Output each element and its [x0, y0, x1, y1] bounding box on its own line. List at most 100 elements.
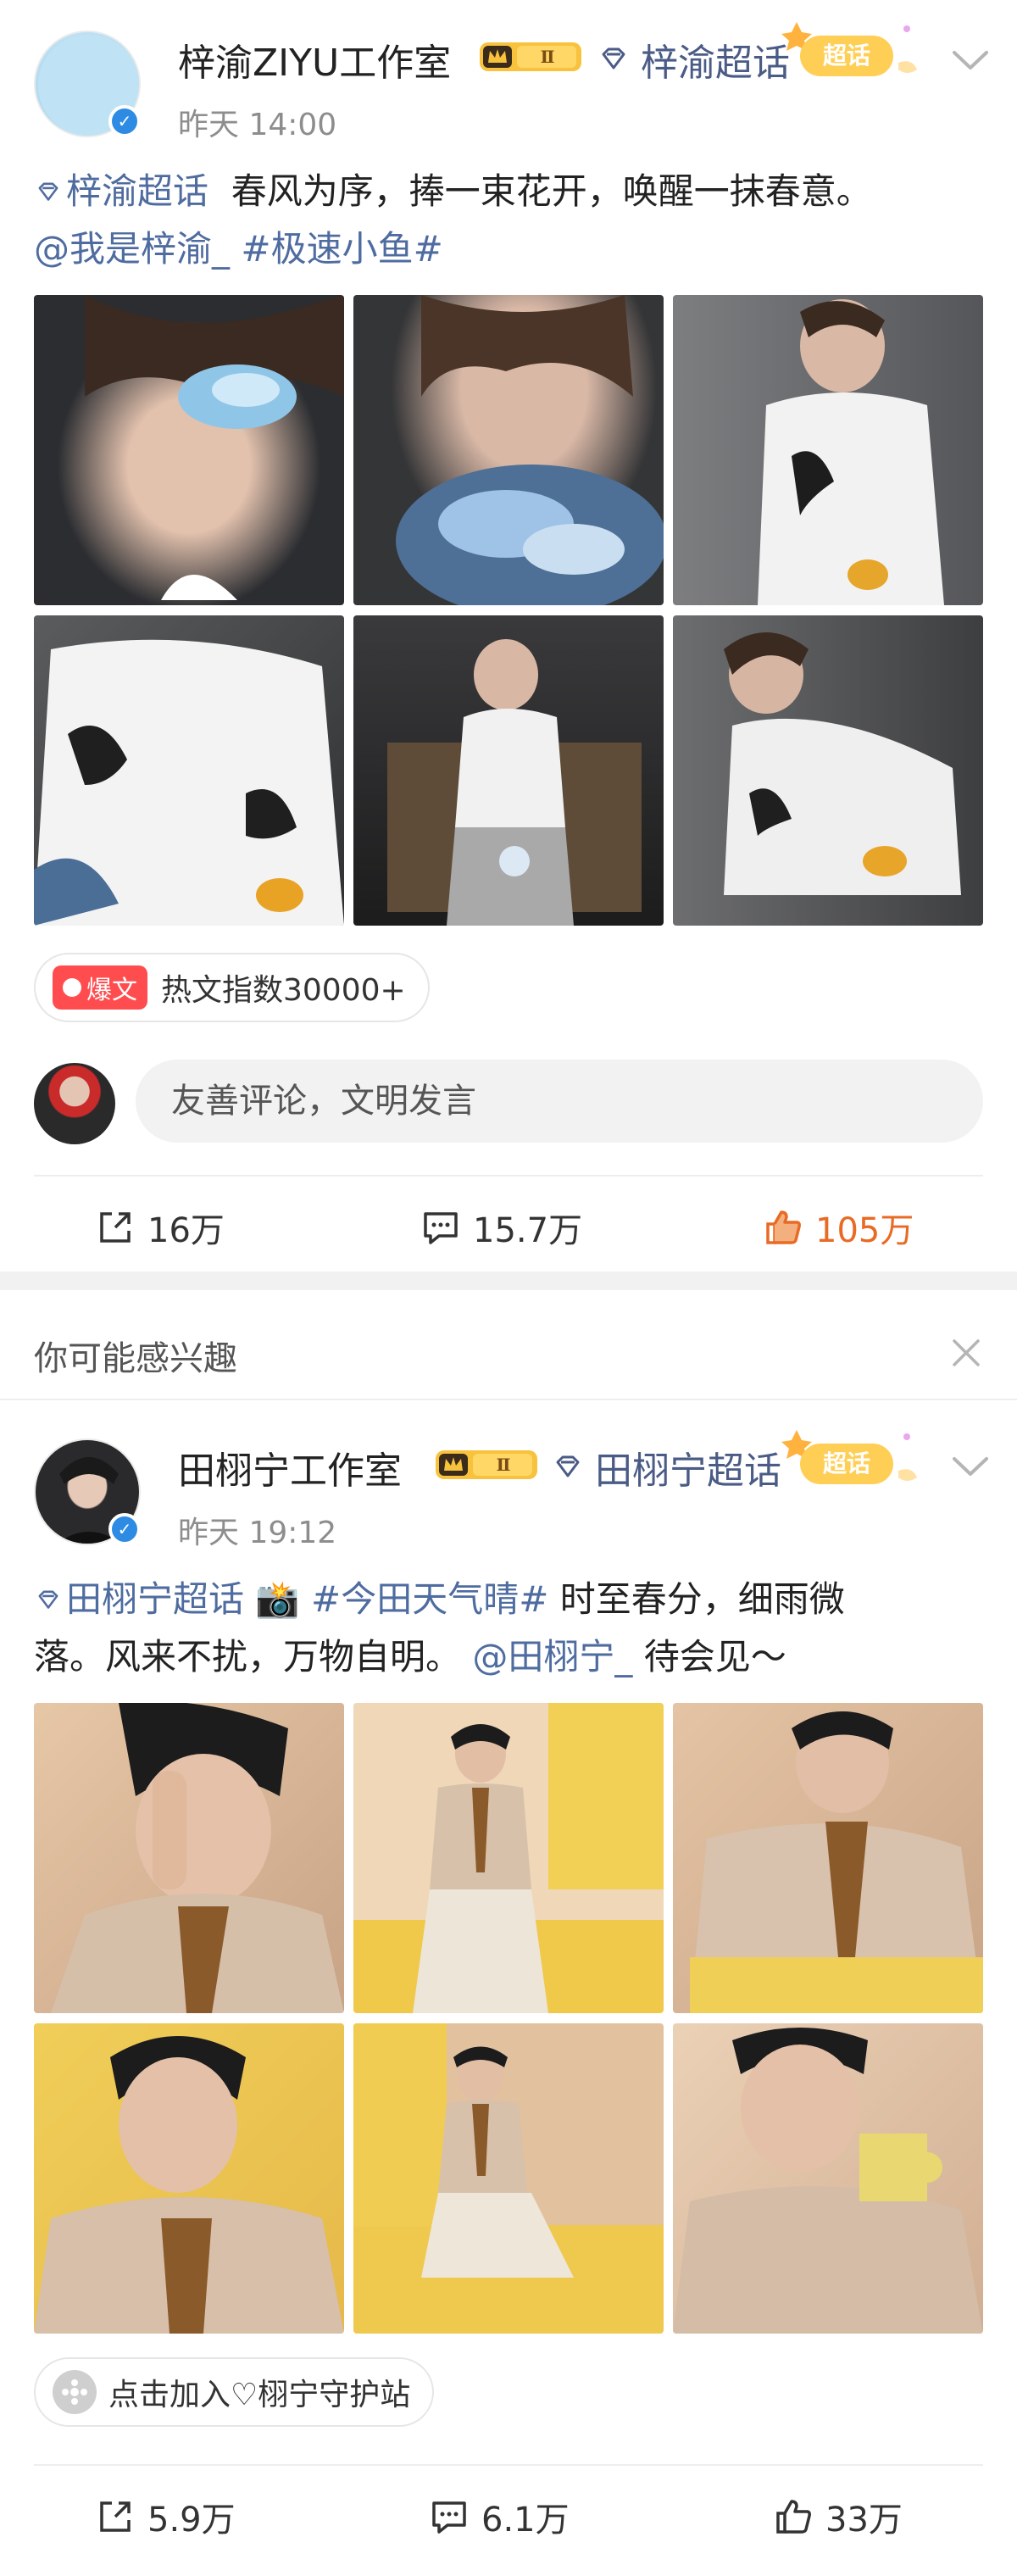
action-bar: 16万 15.7万 105万 [0, 1177, 1017, 1278]
author-avatar[interactable]: ✓ [34, 1438, 141, 1545]
author-avatar[interactable]: ✓ [34, 31, 141, 137]
photo-thumbnail[interactable] [673, 1703, 983, 2013]
post-text: 待会见～ [643, 1636, 786, 1677]
diamond-icon [556, 1455, 580, 1477]
recommendation-header: 你可能感兴趣 [0, 1305, 1017, 1399]
author-name[interactable]: 田栩宁工作室 [178, 1440, 402, 1494]
comment-count: 15.7万 [473, 1211, 583, 1250]
thumbs-up-icon [766, 1210, 801, 1244]
photo-thumbnail[interactable] [673, 2023, 983, 2334]
photo-thumbnail[interactable] [34, 295, 344, 605]
super-topic-label: 田栩宁超话 [595, 1449, 781, 1493]
post-text [220, 170, 231, 212]
comment-icon [424, 1212, 458, 1244]
photo-image [690, 1711, 983, 2013]
guard-station-icon [53, 2370, 97, 2414]
photo-image [758, 299, 944, 605]
action-bar: 5.9万 6.1万 33万 [0, 2466, 1017, 2568]
author-name[interactable]: 梓渝ZIYU工作室 [178, 32, 451, 86]
comment-bar: 友善评论，文明发言 [34, 1060, 983, 1144]
chevron-down-icon[interactable] [949, 47, 992, 73]
hot-tag: 爆文 [53, 965, 147, 1010]
repost-button[interactable]: 5.9万 [95, 2466, 236, 2568]
hot-index-badge[interactable]: 爆文 热文指数30000+ [34, 953, 430, 1022]
like-button[interactable]: 105万 [763, 1177, 914, 1278]
like-count: 105万 [815, 1211, 914, 1250]
comment-button[interactable]: 15.7万 [420, 1177, 582, 1278]
repost-count: 16万 [147, 1211, 225, 1250]
photo-thumbnail[interactable] [353, 1703, 664, 2013]
camera-emoji: 📸 [255, 1578, 300, 1620]
photo-thumbnail[interactable] [673, 615, 983, 926]
divider [0, 1399, 1017, 1400]
photo-thumbnail[interactable] [353, 615, 664, 926]
thumbs-up-icon [776, 2500, 811, 2534]
like-button[interactable]: 33万 [773, 2466, 903, 2568]
photo-thumbnail[interactable] [673, 295, 983, 605]
vip-crown-icon: Ⅱ [480, 42, 581, 71]
user-avatar[interactable] [34, 1063, 115, 1144]
diamond-icon [38, 182, 58, 201]
comment-icon [432, 2501, 466, 2534]
photo-image [85, 295, 344, 600]
share-icon [100, 2501, 131, 2532]
post-text: 落。风来不扰，万物自明。 [34, 1636, 462, 1677]
photo-image [51, 1703, 344, 2013]
chevron-down-icon[interactable] [949, 1454, 992, 1479]
close-icon[interactable] [949, 1336, 983, 1370]
photo-image [413, 1703, 664, 2013]
diamond-icon [602, 47, 625, 70]
photo-grid [34, 1703, 983, 2334]
svg-text:Ⅱ: Ⅱ [541, 47, 555, 67]
post-content: 田栩宁超话 📸 #今田天气晴# 时至春分，细雨微 落。风来不扰，万物自明。 @田… [34, 1571, 992, 1686]
post-text: 春风为序，捧一束花开，唤醒一抹春意。 [231, 170, 872, 212]
super-topic-badge-icon[interactable]: 超话 [775, 1422, 927, 1498]
comment-count: 6.1万 [481, 2501, 570, 2540]
photo-thumbnail[interactable] [34, 2023, 344, 2334]
mention-link[interactable]: @我是梓渝_ [34, 228, 230, 270]
weibo-post: ✓ 田栩宁工作室 Ⅱ 田栩宁超话 超话 昨天 19:12 田栩宁超话 📸 #今田… [0, 1401, 1017, 2576]
weibo-post: ✓ 梓渝ZIYU工作室 Ⅱ 梓渝超话 超话 昨天 14:00 梓渝超话 春风为序… [0, 0, 1017, 1271]
hot-icon [63, 978, 81, 997]
verified-icon: ✓ [108, 105, 141, 137]
join-guard-station-button[interactable]: 点击加入♡栩宁守护站 [34, 2357, 435, 2427]
hashtag-link[interactable]: #今田天气晴# [311, 1578, 548, 1620]
super-topic-badge-icon[interactable]: 超话 [775, 14, 927, 90]
super-topic-link[interactable]: 梓渝超话 [597, 32, 790, 86]
recommendation-title: 你可能感兴趣 [34, 1339, 237, 1378]
photo-image [396, 295, 664, 605]
topic-link[interactable]: 梓渝超话 [34, 170, 208, 212]
vip-crown-icon: Ⅱ [436, 1450, 537, 1479]
hashtag-link[interactable]: #极速小鱼# [241, 228, 442, 270]
post-time: 昨天 19:12 [178, 1516, 337, 1550]
mention-link[interactable]: @田栩宁_ [472, 1636, 632, 1677]
photo-grid [34, 295, 983, 926]
like-count: 33万 [825, 2501, 903, 2540]
post-time: 昨天 14:00 [178, 108, 337, 142]
super-badge-text: 超话 [823, 42, 870, 70]
comment-input[interactable]: 友善评论，文明发言 [136, 1060, 983, 1143]
verified-icon: ✓ [108, 1513, 141, 1545]
super-topic-label: 梓渝超话 [641, 42, 790, 85]
post-text: 时至春分，细雨微 [559, 1578, 845, 1620]
super-badge-text: 超话 [823, 1449, 870, 1477]
diamond-icon [38, 1590, 58, 1609]
photo-image [673, 2028, 983, 2334]
comment-button[interactable]: 6.1万 [429, 2466, 570, 2568]
hot-index-text: 热文指数30000+ [161, 973, 406, 1008]
post-content: 梓渝超话 春风为序，捧一束花开，唤醒一抹春意。 @我是梓渝_ #极速小鱼# [34, 163, 992, 278]
photo-thumbnail[interactable] [34, 615, 344, 926]
photo-image [387, 639, 642, 926]
topic-link[interactable]: 田栩宁超话 [34, 1578, 244, 1620]
join-guard-station-text: 点击加入♡栩宁守护站 [108, 2378, 411, 2412]
photo-thumbnail[interactable] [353, 295, 664, 605]
photo-image [34, 639, 344, 926]
super-topic-link[interactable]: 田栩宁超话 [551, 1440, 781, 1494]
photo-thumbnail[interactable] [34, 1703, 344, 2013]
section-gap [0, 1271, 1017, 1290]
photo-image [724, 632, 961, 895]
repost-count: 5.9万 [147, 2501, 236, 2540]
photo-thumbnail[interactable] [353, 2023, 664, 2334]
share-icon [100, 1212, 131, 1243]
repost-button[interactable]: 16万 [95, 1177, 225, 1278]
